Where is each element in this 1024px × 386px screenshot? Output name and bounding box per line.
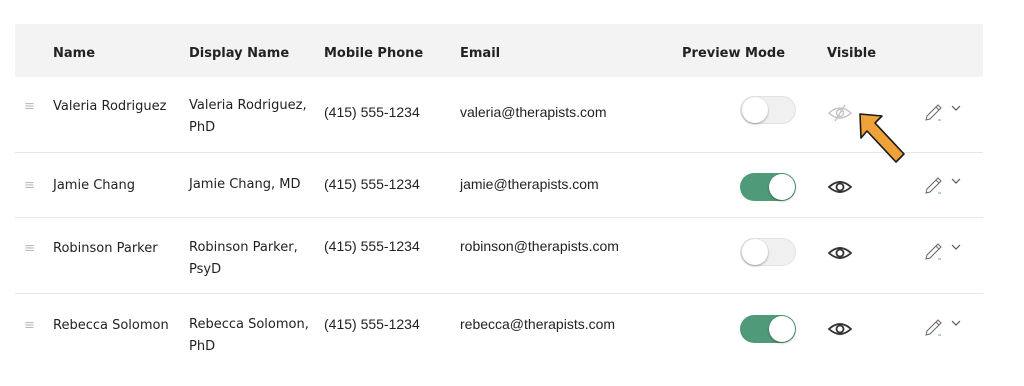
user-phone: (415) 555-1234 xyxy=(324,316,420,332)
edit-actions[interactable] xyxy=(923,314,967,340)
chevron-down-icon xyxy=(951,244,961,250)
pencil-icon xyxy=(925,104,942,121)
table-row: ≡ Jamie Chang Jamie Chang, MD (415) 555-… xyxy=(15,153,983,218)
user-name: Rebecca Solomon xyxy=(53,318,169,333)
user-phone: (415) 555-1234 xyxy=(324,176,420,192)
user-name: Robinson Parker xyxy=(53,241,158,256)
edit-actions[interactable] xyxy=(923,238,967,264)
pencil-icon xyxy=(925,243,942,260)
annotation-arrow-icon xyxy=(859,113,905,163)
drag-handle-icon[interactable]: ≡ xyxy=(24,178,35,193)
user-email: jamie@therapists.com xyxy=(460,176,599,192)
edit-actions[interactable] xyxy=(923,172,967,198)
column-header-email[interactable]: Email xyxy=(460,46,500,61)
user-email: robinson@therapists.com xyxy=(460,238,619,254)
table-header: Name Display Name Mobile Phone Email Pre… xyxy=(15,24,983,77)
column-header-preview-mode[interactable]: Preview Mode xyxy=(682,46,785,61)
chevron-down-icon xyxy=(951,178,961,184)
table-row: ≡ Robinson Parker Robinson Parker, PsyD … xyxy=(15,218,983,294)
drag-handle-icon[interactable]: ≡ xyxy=(24,318,35,333)
eye-icon[interactable] xyxy=(827,243,853,267)
edit-actions[interactable] xyxy=(923,99,967,125)
column-header-visible[interactable]: Visible xyxy=(827,46,876,61)
preview-mode-toggle[interactable] xyxy=(740,173,796,201)
pencil-icon xyxy=(925,177,942,194)
user-email: valeria@therapists.com xyxy=(460,104,607,120)
preview-mode-toggle[interactable] xyxy=(740,96,796,124)
drag-handle-icon[interactable]: ≡ xyxy=(24,99,35,114)
column-header-display-name[interactable]: Display Name xyxy=(189,46,289,61)
table-row: ≡ Valeria Rodriguez Valeria Rodriguez, P… xyxy=(15,77,983,153)
eye-icon[interactable] xyxy=(827,319,853,343)
user-display-name: Jamie Chang, MD xyxy=(189,177,301,192)
chevron-down-icon xyxy=(951,105,961,111)
chevron-down-icon xyxy=(951,320,961,326)
user-name: Jamie Chang xyxy=(53,178,135,193)
user-phone: (415) 555-1234 xyxy=(324,238,420,254)
toggle-knob xyxy=(742,239,768,265)
preview-mode-toggle[interactable] xyxy=(740,315,796,343)
user-display-name: Valeria Rodriguez, PhD xyxy=(189,98,307,135)
user-name: Valeria Rodriguez xyxy=(53,99,167,114)
eye-icon[interactable] xyxy=(827,177,853,201)
eye-slash-icon[interactable] xyxy=(827,103,853,127)
toggle-knob xyxy=(769,316,795,342)
user-display-name: Rebecca Solomon, PhD xyxy=(189,317,309,354)
user-email: rebecca@therapists.com xyxy=(460,316,616,332)
drag-handle-icon[interactable]: ≡ xyxy=(24,241,35,256)
table-row: ≡ Rebecca Solomon Rebecca Solomon, PhD (… xyxy=(15,294,983,374)
column-header-mobile-phone[interactable]: Mobile Phone xyxy=(324,46,423,61)
user-display-name: Robinson Parker, PsyD xyxy=(189,240,298,277)
users-table: Name Display Name Mobile Phone Email Pre… xyxy=(15,24,983,374)
pencil-icon xyxy=(925,319,942,336)
column-header-name[interactable]: Name xyxy=(53,46,95,61)
toggle-knob xyxy=(742,97,768,123)
user-phone: (415) 555-1234 xyxy=(324,104,420,120)
toggle-knob xyxy=(769,174,795,200)
preview-mode-toggle[interactable] xyxy=(740,238,796,266)
